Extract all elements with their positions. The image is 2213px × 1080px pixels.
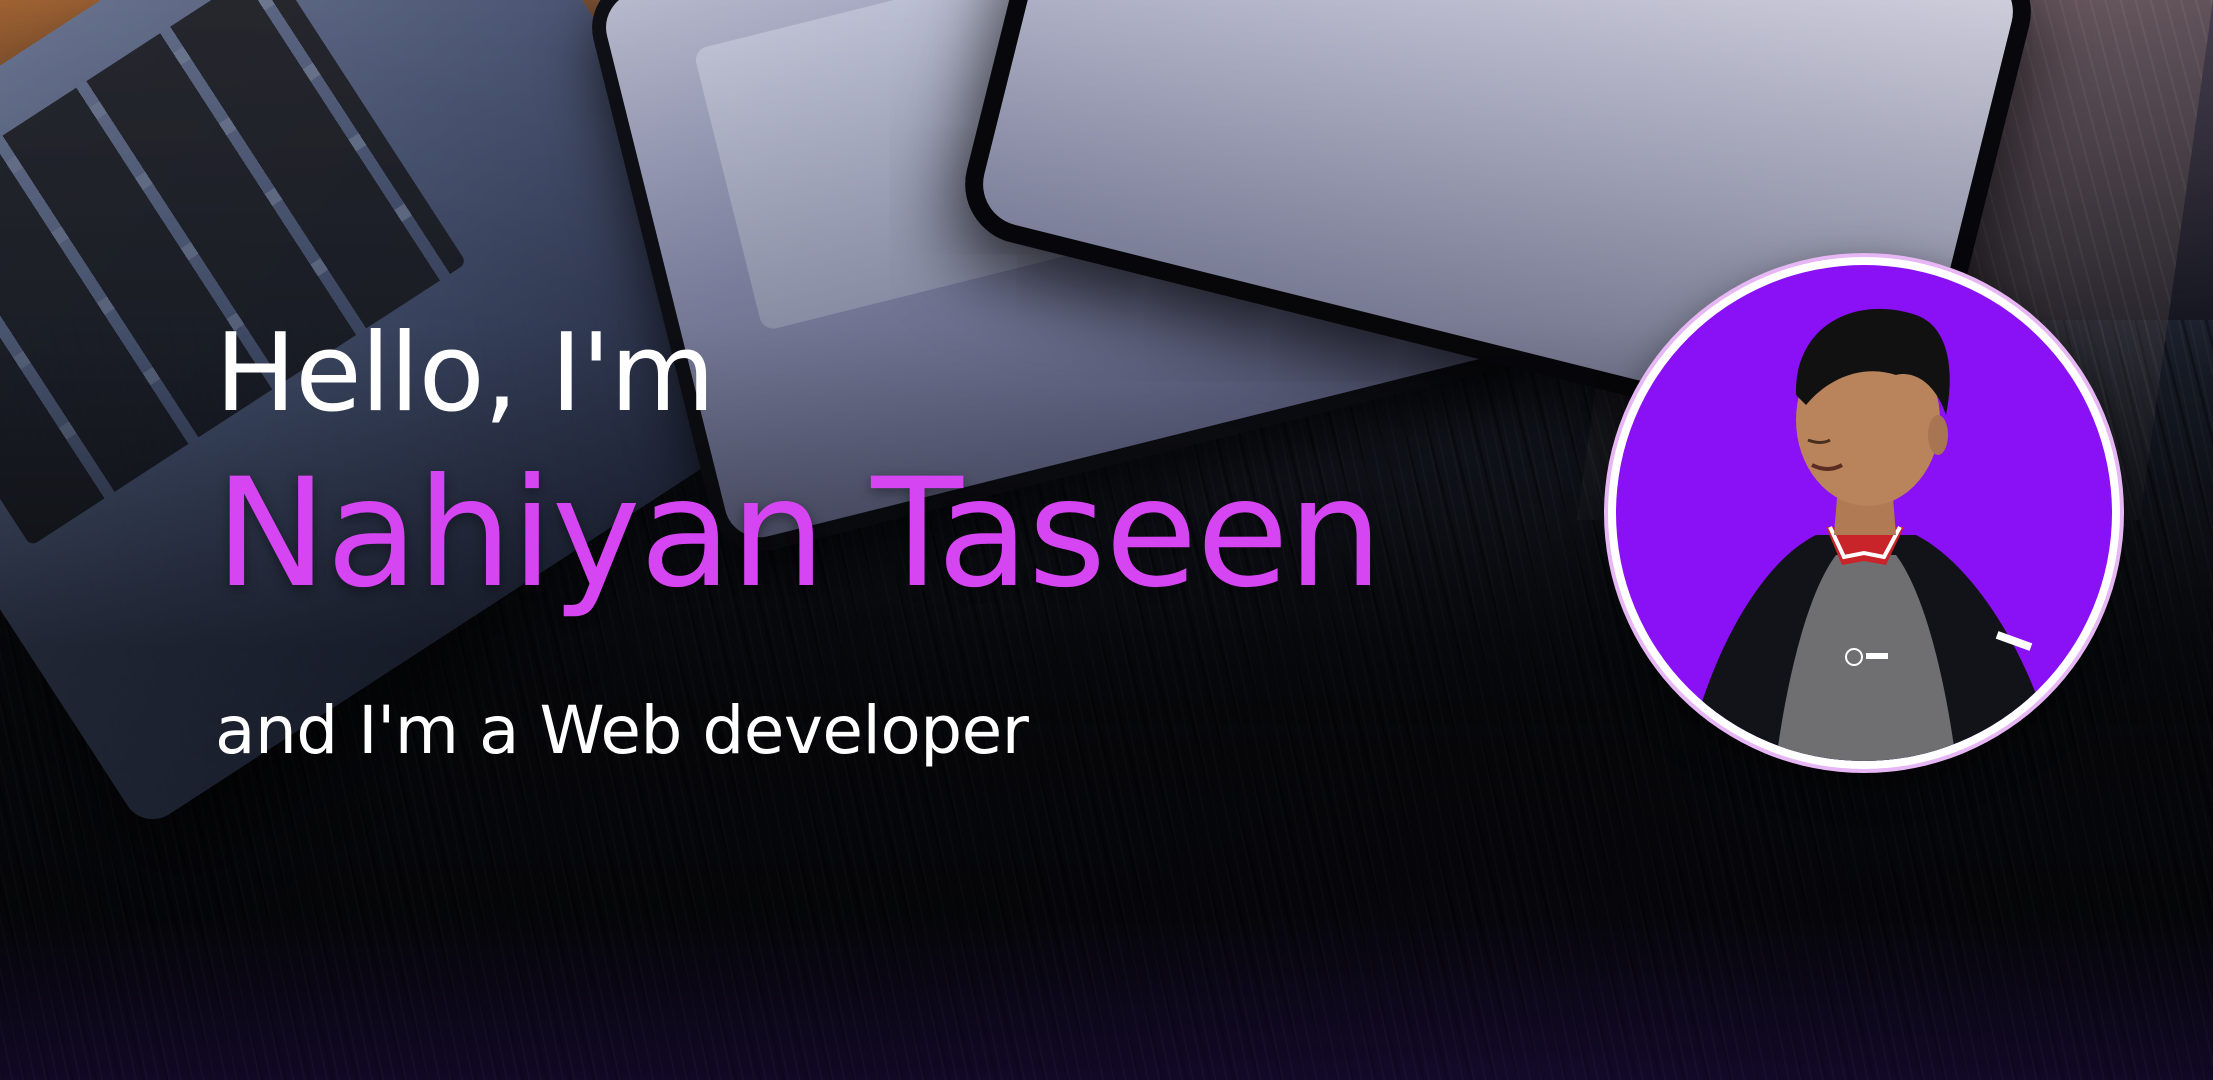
name-heading: Nahiyan Taseen (215, 446, 1383, 621)
role-text: and I'm a Web developer (215, 691, 1029, 769)
profile-photo (1616, 265, 2112, 761)
intro-text-block: Hello, I'm Nahiyan Taseen and I'm a Web … (215, 311, 1383, 769)
greeting-heading: Hello, I'm (215, 311, 715, 436)
hero-section: Hello, I'm Nahiyan Taseen and I'm a Web … (0, 0, 2213, 1080)
person-icon (1686, 308, 2056, 761)
avatar (1608, 257, 2120, 769)
